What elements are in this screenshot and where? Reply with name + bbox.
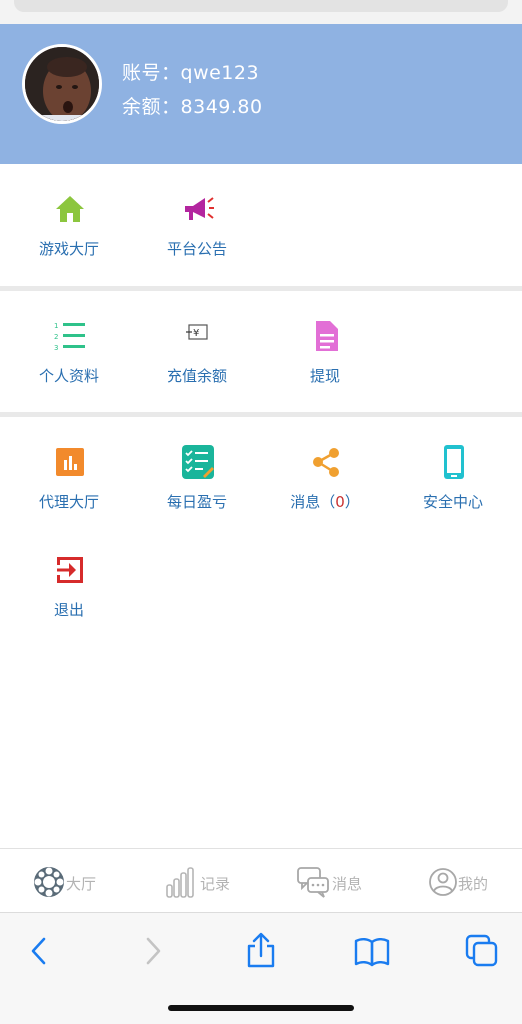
home-icon (56, 196, 84, 222)
messages-button[interactable]: 消息（0） (260, 445, 390, 545)
security-center-label: 安全中心 (422, 493, 483, 511)
withdraw-label: 提现 (309, 367, 340, 385)
deposit-label: 充值余额 (166, 367, 227, 385)
messages-label-suffix: ） (344, 493, 360, 511)
tabs-icon[interactable] (462, 931, 502, 971)
svg-text:1: 1 (54, 322, 58, 330)
daily-profit-label: 每日盈亏 (166, 493, 227, 511)
profile-header: 账号：qwe123 余额：8349.80 (0, 24, 522, 164)
chat-icon (297, 867, 329, 898)
messages-label-text: 消息（ (290, 493, 336, 511)
bottom-tab-bar: 大厅 记录 消息 我的 (0, 848, 522, 912)
phone-icon (444, 445, 464, 479)
tab-messages-label: 消息 (332, 875, 363, 893)
stats-icon (166, 867, 194, 898)
tab-records[interactable]: 记录 (162, 849, 292, 913)
messages-label: 消息（0） (260, 491, 390, 512)
account-label: 账号： (122, 62, 181, 84)
bookmarks-icon[interactable] (352, 931, 392, 971)
agent-hall-button[interactable]: 代理大厅 (4, 445, 134, 545)
list-icon: 1 2 3 (54, 322, 85, 352)
section-main: 游戏大厅 平台公告 (0, 164, 522, 286)
section-account: 1 2 3 个人资料 ¥ 充值余额 提现 (0, 291, 522, 412)
user-icon (429, 868, 457, 896)
yen-deposit-icon: ¥ (186, 324, 208, 340)
profile-info-button[interactable]: 1 2 3 个人资料 (4, 319, 134, 419)
account-value: qwe123 (180, 62, 260, 84)
logout-icon (57, 557, 83, 583)
withdraw-button[interactable]: 提现 (260, 319, 390, 419)
logout-button[interactable]: 退出 (4, 553, 134, 653)
bar-chart-icon (56, 448, 84, 476)
balance-label: 余额： (122, 96, 181, 118)
megaphone-icon (185, 197, 214, 220)
tab-mine-label: 我的 (458, 875, 489, 893)
document-icon (316, 321, 338, 351)
tab-lobby[interactable]: 大厅 (28, 849, 158, 913)
game-lobby-button[interactable]: 游戏大厅 (4, 192, 134, 292)
share-icon (313, 448, 339, 477)
game-lobby-label: 游戏大厅 (38, 240, 99, 258)
daily-profit-button[interactable]: 每日盈亏 (132, 445, 262, 545)
address-bar[interactable] (14, 0, 508, 12)
share-icon[interactable] (241, 931, 281, 971)
forward-chevron-icon[interactable] (132, 931, 172, 971)
home-indicator[interactable] (168, 1005, 354, 1011)
checklist-icon (182, 445, 214, 479)
browser-address-strip (0, 0, 522, 24)
balance-value: 8349.80 (180, 96, 263, 118)
tab-records-label: 记录 (200, 875, 231, 893)
back-chevron-icon[interactable] (20, 931, 60, 971)
agent-hall-label: 代理大厅 (38, 493, 99, 511)
account-line: 账号：qwe123 (122, 58, 259, 85)
avatar[interactable] (22, 44, 102, 124)
svg-text:¥: ¥ (193, 328, 199, 339)
tab-lobby-label: 大厅 (66, 875, 97, 893)
svg-text:3: 3 (54, 344, 58, 352)
tab-messages[interactable]: 消息 (294, 849, 424, 913)
deposit-button[interactable]: ¥ 充值余额 (132, 319, 262, 419)
profile-info-label: 个人资料 (38, 367, 99, 385)
section-tools: 代理大厅 每日盈亏 消息（0） 安全中心 退出 (0, 417, 522, 847)
announcement-label: 平台公告 (166, 240, 227, 258)
messages-count: 0 (335, 493, 345, 511)
security-center-button[interactable]: 安全中心 (388, 445, 518, 545)
svg-text:2: 2 (54, 333, 58, 341)
logout-label: 退出 (53, 601, 84, 619)
lobby-icon (34, 867, 64, 897)
tab-mine[interactable]: 我的 (426, 849, 522, 913)
balance-line: 余额：8349.80 (122, 92, 263, 119)
announcement-button[interactable]: 平台公告 (132, 192, 262, 292)
